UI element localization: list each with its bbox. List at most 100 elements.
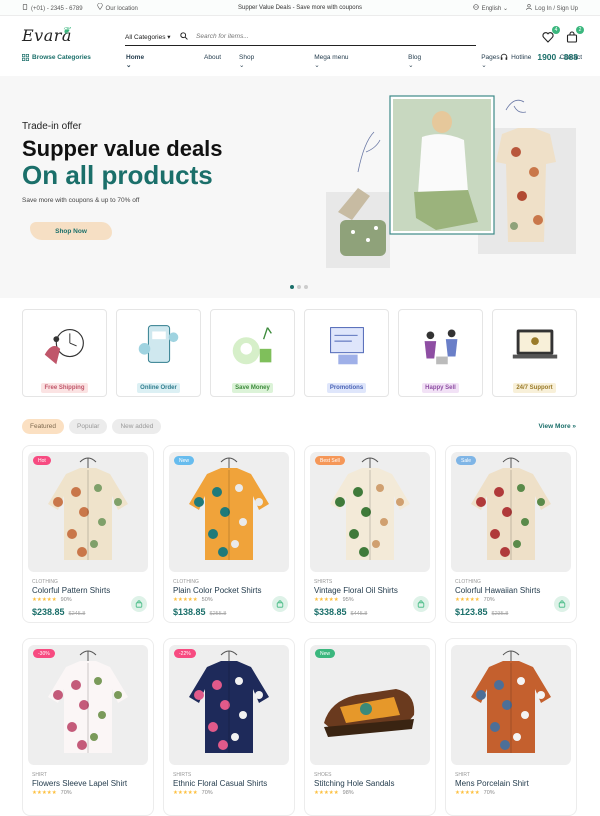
main-nav: Browse Categories Home ⌄ About Shop ⌄ Me…: [0, 52, 600, 69]
category-select-label: All Categories: [125, 33, 166, 41]
view-more-link[interactable]: View More »: [539, 423, 576, 430]
feature-card[interactable]: Save Money: [210, 309, 295, 397]
hero-title-accent: On all products: [22, 160, 213, 190]
cart-icon: [558, 600, 566, 608]
feature-card[interactable]: Online Order: [116, 309, 201, 397]
category-select[interactable]: All Categories ▾: [125, 33, 180, 41]
product-name[interactable]: Colorful Hawaiian Shirts: [455, 586, 540, 595]
add-to-cart-button[interactable]: [272, 596, 288, 612]
shop-now-button[interactable]: Shop Now: [30, 222, 112, 240]
tab-popular[interactable]: Popular: [69, 419, 108, 434]
product-card[interactable]: Hot CLOTHING Colorful Pattern Shirts ★★★★★ 9…: [22, 445, 154, 623]
leaf-icon: ❦: [62, 26, 71, 37]
cart-button[interactable]: 2: [566, 26, 584, 43]
product-card[interactable]: Sale CLOTHING Colorful Hawaiian Shirts ★★★★…: [445, 445, 577, 623]
product-card[interactable]: Best Sell SHIRTS Vintage Floral Oil Shirts…: [304, 445, 436, 623]
add-to-cart-button[interactable]: [413, 596, 429, 612]
add-to-cart-button[interactable]: [554, 596, 570, 612]
feature-label: Free Shipping: [41, 383, 88, 393]
login-link[interactable]: Log In / Sign Up: [526, 3, 578, 12]
rating-percent: 98%: [342, 790, 354, 796]
product-name[interactable]: Mens Porcelain Shirt: [455, 779, 529, 788]
product-card[interactable]: -22% SHIRTS Ethnic Floral Casual Shirts ★★★…: [163, 638, 295, 816]
feature-illustration: [330, 327, 364, 365]
product-category: SHOES: [314, 772, 332, 778]
nav-item-home[interactable]: Home ⌄: [126, 54, 186, 69]
nav-item-mega-menu[interactable]: Mega menu ⌄: [314, 54, 390, 69]
product-name[interactable]: Stitching Hole Sandals: [314, 779, 395, 788]
product-name[interactable]: Vintage Floral Oil Shirts: [314, 586, 398, 595]
carousel-dot[interactable]: [290, 285, 294, 289]
hotline[interactable]: Hotline 1900 - 888: [500, 52, 578, 62]
product-badge: New: [174, 456, 195, 465]
nav-mega-label: Mega menu: [314, 54, 349, 61]
product-image-wrap[interactable]: New: [310, 645, 430, 765]
nav-item-blog[interactable]: Blog ⌄: [408, 54, 463, 69]
feature-card[interactable]: Promotions: [304, 309, 389, 397]
product-card[interactable]: New SHOES Stitching Hole Sandals ★★★★★ 98%: [304, 638, 436, 816]
feature-illustration: [44, 328, 84, 365]
old-price: $255.8: [209, 611, 227, 617]
product-image-wrap[interactable]: [451, 645, 571, 765]
star-icons: ★★★★★: [314, 790, 339, 796]
product-name[interactable]: Plain Color Pocket Shirts: [173, 586, 261, 595]
product-name[interactable]: Flowers Sleeve Lapel Shirt: [32, 779, 127, 788]
browse-categories-button[interactable]: Browse Categories: [22, 54, 91, 61]
product-image-wrap[interactable]: Sale: [451, 452, 571, 572]
chevron-down-icon: ⌄: [408, 62, 414, 69]
language-select[interactable]: English ⌄: [472, 3, 508, 12]
product-category: SHIRTS: [314, 579, 333, 585]
hero-description: Save more with coupons & up to 70% off: [22, 197, 140, 204]
nav-blog-label: Blog: [408, 54, 422, 61]
feature-label-wrap: Save Money: [211, 376, 294, 394]
carousel-dot[interactable]: [304, 285, 308, 289]
login-label: Log In / Sign Up: [534, 5, 578, 12]
star-icons: ★★★★★: [455, 597, 480, 603]
product-image-wrap[interactable]: -22%: [169, 645, 289, 765]
feature-card[interactable]: Free Shipping: [22, 309, 107, 397]
product-card[interactable]: SHIRT Mens Porcelain Shirt ★★★★★ 70%: [445, 638, 577, 816]
product-rating: ★★★★★ 70%: [455, 597, 495, 603]
product-price: $123.85 $235.8: [455, 607, 508, 617]
top-bar: (+01) - 2345 - 6789 Our location Supper …: [0, 0, 600, 16]
grid-icon: [22, 54, 29, 61]
product-badge: Best Sell: [315, 456, 345, 465]
product-name[interactable]: Ethnic Floral Casual Shirts: [173, 779, 267, 788]
tab-featured[interactable]: Featured: [22, 419, 65, 434]
feature-illustration: [138, 325, 179, 363]
carousel-dots: [290, 285, 308, 289]
tab-new-added[interactable]: New added: [112, 419, 162, 434]
product-badge: -30%: [33, 649, 55, 658]
feature-card[interactable]: Happy Sell: [398, 309, 483, 397]
nav-home-label: Home: [126, 54, 145, 61]
product-image-wrap[interactable]: New: [169, 452, 289, 572]
product-image-wrap[interactable]: Best Sell: [310, 452, 430, 572]
feature-illustration: [232, 327, 272, 365]
star-icons: ★★★★★: [32, 790, 57, 796]
header: Evara❦ All Categories ▾ 4 2: [0, 20, 600, 52]
product-image-wrap[interactable]: Hot: [28, 452, 148, 572]
carousel-dot[interactable]: [297, 285, 301, 289]
nav-item-about[interactable]: About: [204, 54, 221, 69]
product-image-wrap[interactable]: -30%: [28, 645, 148, 765]
product-price: $238.85 $245.8: [32, 607, 85, 617]
feature-label-wrap: Happy Sell: [399, 376, 482, 394]
logo[interactable]: Evara ❦: [22, 26, 72, 45]
product-category: SHIRT: [455, 772, 470, 778]
add-to-cart-button[interactable]: [131, 596, 147, 612]
feature-label: 24/7 Support: [513, 383, 556, 393]
product-category: SHIRTS: [173, 772, 192, 778]
product-card[interactable]: New CLOTHING Plain Color Pocket Shirts ★★★★…: [163, 445, 295, 623]
product-name[interactable]: Colorful Pattern Shirts: [32, 586, 110, 595]
product-image: [189, 650, 269, 753]
wishlist-button[interactable]: 4: [542, 26, 560, 43]
product-category: SHIRT: [32, 772, 47, 778]
search-input[interactable]: [196, 33, 446, 40]
feature-card[interactable]: 24/7 Support: [492, 309, 577, 397]
current-price: $138.85: [173, 607, 206, 617]
product-card[interactable]: -30% SHIRT Flowers Sleeve Lapel Shirt ★★★★★…: [22, 638, 154, 816]
nav-item-shop[interactable]: Shop ⌄: [239, 54, 296, 69]
cart-icon: [276, 600, 284, 608]
product-image: [471, 457, 551, 560]
search-icon[interactable]: [180, 31, 196, 42]
